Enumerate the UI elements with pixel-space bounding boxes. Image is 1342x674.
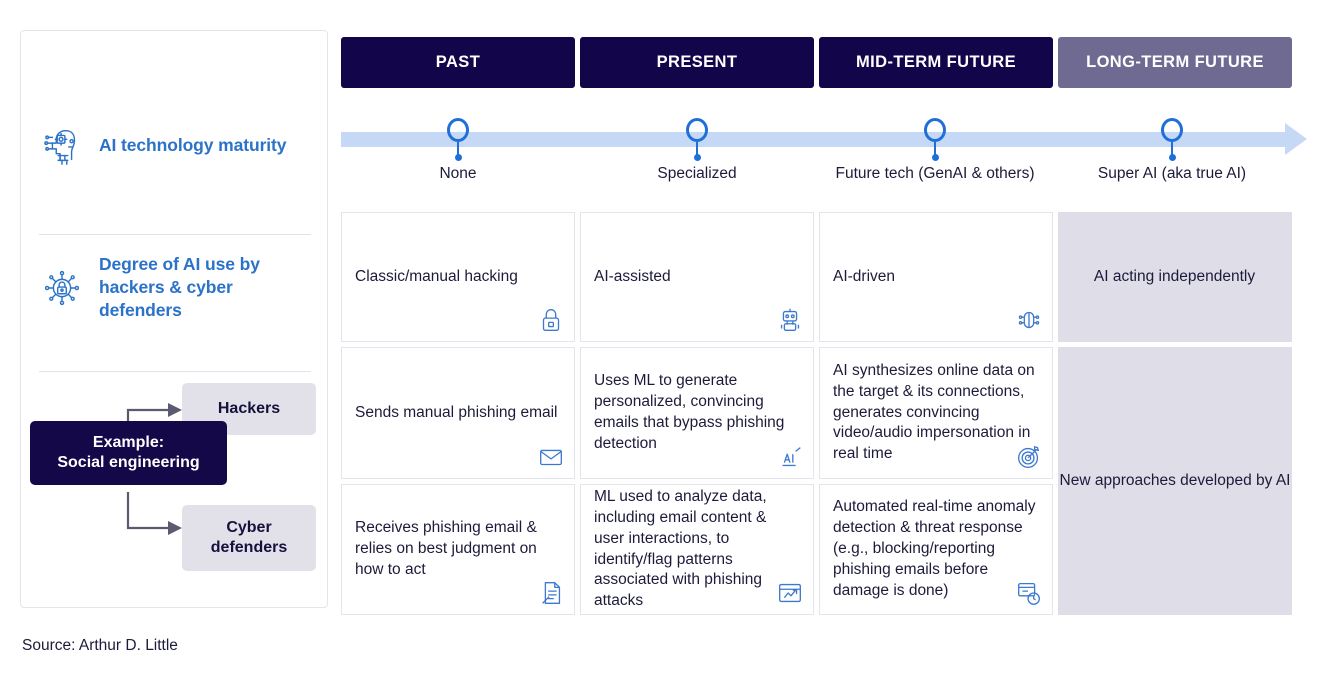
timeline-label-super-ai: Super AI (aka true AI) [1097, 165, 1247, 182]
cell-text: Uses ML to generate personalized, convin… [594, 372, 785, 452]
ai-head-circuit-icon [44, 129, 76, 165]
cell-text: Classic/manual hacking [355, 267, 518, 285]
tab-past-label: PAST [435, 53, 481, 71]
timeline-label-specialized: Specialized [657, 165, 737, 182]
cell-mid-term-defenders: Automated real-time anomaly detection & … [819, 484, 1053, 615]
padlock-icon [542, 309, 560, 331]
timeline-node-none: None [338, 118, 578, 183]
tab-present[interactable]: PRESENT [580, 37, 814, 88]
timeline-dot-icon [1168, 154, 1176, 161]
branch-pill-hackers-label: Hackers [217, 400, 281, 417]
ai-writing-icon [782, 447, 801, 467]
cell-long-term-degree: AI acting independently [1058, 212, 1292, 342]
tab-long-term-future[interactable]: LONG-TERM FUTURE [1058, 37, 1292, 88]
period-header-tabs: PAST PRESENT MID-TERM FUTURE LONG-TERM F… [341, 37, 1301, 88]
timeline-label-future-tech: Future tech (GenAI & others) [835, 165, 1035, 182]
cell-past-degree: Classic/manual hacking [341, 212, 575, 342]
timeline-ring-icon [686, 118, 708, 142]
cell-long-term-merged-new-approaches: New approaches developed by AI [1058, 347, 1292, 615]
cell-text: AI-assisted [594, 267, 671, 285]
timeline-label-none: None [439, 165, 477, 182]
source-footer: Source: Arthur D. Little [22, 637, 178, 654]
timeline-dot-icon [693, 154, 701, 161]
cell-past-defenders: Receives phishing email & relies on best… [341, 484, 575, 615]
example-box-line-1: Example: [92, 434, 165, 451]
timeline-node-specialized: Specialized [577, 118, 817, 183]
robot-icon [780, 308, 800, 331]
tab-long-term-future-label: LONG-TERM FUTURE [1086, 53, 1264, 71]
timeline-node-super-ai: Super AI (aka true AI) [1052, 118, 1292, 183]
document-review-icon [542, 582, 561, 604]
data-analysis-icon [779, 583, 801, 603]
branch-pill-cyber-defenders: Cyber defenders [182, 505, 316, 571]
cell-text: AI-driven [833, 267, 896, 285]
timeline-ring-icon [924, 118, 946, 142]
tab-mid-term-future[interactable]: MID-TERM FUTURE [819, 37, 1053, 88]
automated-response-icon [1018, 582, 1040, 605]
timeline-ring-icon [1161, 118, 1183, 142]
sidebar-divider-1 [39, 234, 311, 235]
tab-mid-term-future-label: MID-TERM FUTURE [856, 53, 1016, 71]
cell-text: AI synthesizes online data on the target… [833, 361, 1035, 463]
cell-present-degree: AI-assisted [580, 212, 814, 342]
example-callout-group: Hackers Cyber defenders Example: Social … [0, 370, 340, 571]
cell-mid-term-hackers: AI synthesizes online data on the target… [819, 347, 1053, 479]
cell-text: Automated real-time anomaly detection & … [833, 498, 1036, 599]
grid-row-degree-of-ai-use: Classic/manual hacking AI-assisted AI-dr… [341, 212, 1301, 342]
ai-lock-circuit-icon [44, 270, 80, 305]
ai-brain-icon [1018, 311, 1040, 329]
timeline-dot-icon [454, 154, 462, 161]
envelope-icon [540, 449, 562, 466]
cell-mid-term-degree: AI-driven [819, 212, 1053, 342]
cell-present-defenders: ML used to analyze data, including email… [580, 484, 814, 615]
timeline-ring-icon [447, 118, 469, 142]
branch-pill-cyber-defenders-label: Cyber defenders [210, 519, 288, 556]
cell-text: AI acting independently [1093, 267, 1256, 285]
example-box-line-2: Social engineering [57, 454, 200, 472]
sidebar-label-degree-of-ai-use: Degree of AI use by hackers & cyber defe… [99, 254, 260, 321]
tab-present-label: PRESENT [656, 53, 738, 71]
example-social-engineering-box: Example: Social engineering [30, 421, 227, 486]
cell-past-hackers: Sends manual phishing email [341, 347, 575, 479]
sidebar-label-ai-technology-maturity: AI technology maturity [99, 135, 287, 156]
cell-text: ML used to analyze data, including email… [594, 487, 767, 610]
timeline-node-future-tech: Future tech (GenAI & others) [815, 118, 1055, 183]
sidebar-block-ai-technology-maturity: AI technology maturity [21, 123, 327, 169]
cell-text: Sends manual phishing email [355, 403, 558, 421]
target-icon [1018, 446, 1040, 468]
cell-text: Receives phishing email & relies on best… [355, 519, 537, 578]
cell-present-hackers: Uses ML to generate personalized, convin… [580, 347, 814, 479]
tab-past[interactable]: PAST [341, 37, 575, 88]
timeline-dot-icon [931, 154, 939, 161]
cell-text: New approaches developed by AI [1059, 471, 1291, 489]
ai-maturity-timeline: None Specialized Future tech (GenAI & ot… [341, 118, 1342, 193]
sidebar-block-degree-of-ai-use: Degree of AI use by hackers & cyber defe… [21, 253, 327, 322]
timeline-matrix-panel: PAST PRESENT MID-TERM FUTURE LONG-TERM F… [341, 0, 1342, 674]
